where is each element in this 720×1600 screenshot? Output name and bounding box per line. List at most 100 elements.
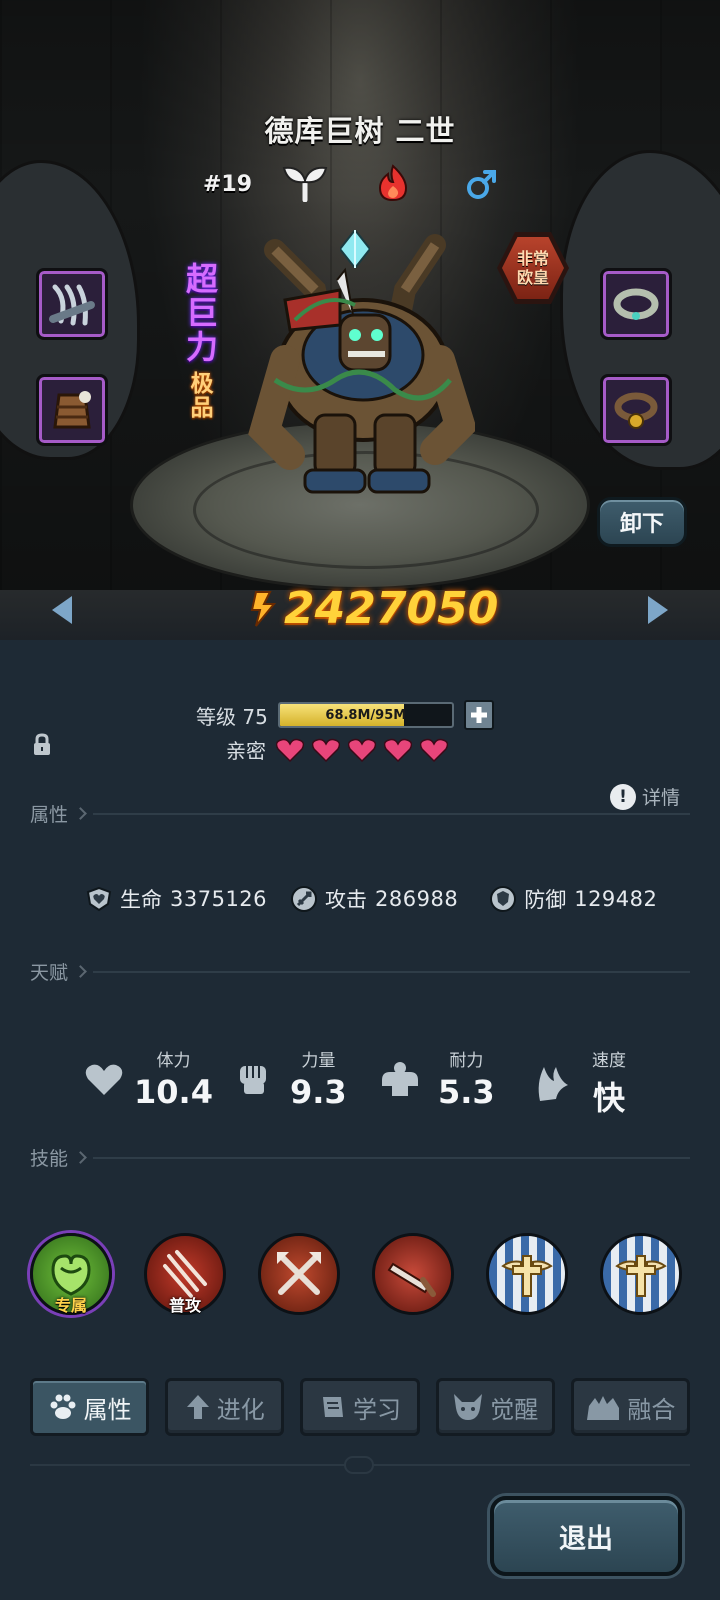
section-divider	[93, 1156, 690, 1159]
talent-speed: 速度 快	[534, 1046, 674, 1119]
talent-stamina-name: 体力	[156, 1051, 191, 1071]
talent-strength: 力量 9.3	[234, 1046, 374, 1111]
talent-strength-value: 9.3	[290, 1073, 347, 1111]
tab-fusion[interactable]: 融合	[570, 1378, 691, 1436]
talent-stamina: 体力 10.4	[84, 1046, 224, 1111]
hero-name: 德库巨树 二世	[264, 114, 456, 148]
skill-3[interactable]	[258, 1233, 340, 1315]
skills-section-header: 技能	[30, 1144, 690, 1171]
skill-6[interactable]	[600, 1233, 682, 1315]
talent-endurance-value: 5.3	[438, 1073, 495, 1111]
section-divider	[93, 812, 690, 815]
chevron-right-icon	[74, 965, 87, 978]
talent-endurance-name: 耐力	[449, 1051, 484, 1071]
lucky-badge-line2: 欧皇	[516, 268, 549, 287]
male-icon	[466, 168, 498, 200]
rarity-tag-quality: 极品	[190, 371, 214, 421]
skill-5[interactable]	[486, 1233, 568, 1315]
section-divider	[93, 970, 690, 973]
heart-icon	[348, 738, 376, 762]
exit-button[interactable]: 退出	[490, 1496, 682, 1576]
unequip-button[interactable]: 卸下	[597, 497, 687, 547]
divider-ornament	[344, 1456, 374, 1474]
paw-icon	[50, 1394, 76, 1419]
skill-basic-attack-tag: 普攻	[168, 1296, 202, 1315]
tab-evolve-label: 进化	[216, 1395, 265, 1424]
detail-button[interactable]: ! 详情	[610, 783, 680, 810]
exp-bar: 68.8M/95M	[277, 702, 454, 728]
talent-speed-name: 速度	[592, 1051, 626, 1071]
fist-icon	[240, 1065, 266, 1094]
claw-icon	[49, 284, 95, 326]
equip-slot-right-2[interactable]	[600, 374, 672, 446]
skill-exclusive[interactable]: 专属	[30, 1233, 112, 1315]
hero-number: #19	[203, 172, 253, 197]
intimacy-row: 亲密	[226, 735, 448, 764]
muscle-icon	[382, 1061, 418, 1096]
talent-endurance: 耐力 5.3	[378, 1046, 518, 1111]
attribute-attack-value: 286988	[375, 887, 459, 911]
skills-section-title: 技能	[30, 1148, 69, 1170]
talent-strength-name: 力量	[301, 1051, 336, 1071]
evolve-arrow-icon	[186, 1395, 209, 1419]
combat-power-value: 2427050	[284, 582, 499, 634]
rarity-tag-strength: 超巨力	[185, 260, 218, 366]
sword-icon	[291, 886, 318, 912]
lucky-badge-line1: 非常	[516, 249, 549, 268]
tab-fusion-label: 融合	[627, 1395, 676, 1424]
sword-skill-icon	[387, 1262, 436, 1297]
heart-icon	[312, 738, 340, 762]
attribute-defense: 防御 129482	[490, 884, 657, 914]
level-up-button[interactable]	[463, 700, 494, 730]
winged-cross-skill-icon	[615, 1255, 667, 1297]
skill-basic-attack[interactable]: 普攻	[144, 1233, 226, 1315]
skill-4[interactable]	[372, 1233, 454, 1315]
fire-icon	[376, 164, 410, 202]
talent-speed-value: 快	[592, 1079, 625, 1117]
talent-section-header: 天赋	[30, 958, 690, 985]
intimacy-hearts	[276, 738, 448, 762]
tab-evolve[interactable]: 进化	[165, 1378, 285, 1436]
skill-exclusive-tag: 专属	[54, 1296, 88, 1315]
tab-attributes-label: 属性	[83, 1395, 132, 1424]
lock-icon[interactable]	[32, 733, 52, 761]
tab-awaken[interactable]: 觉醒	[435, 1378, 555, 1436]
attribute-attack-name: 攻击	[325, 888, 368, 912]
attribute-hp-value: 3375126	[170, 887, 268, 911]
attribute-hp: 生命 3375126	[86, 884, 267, 914]
power-icon	[250, 591, 277, 627]
shield-icon	[490, 886, 517, 912]
chevron-right-icon	[74, 807, 87, 820]
wooden-armor-icon	[53, 391, 91, 429]
exp-text: 68.8M/95M	[325, 707, 407, 723]
attribute-hp-name: 生命	[120, 888, 162, 912]
heart-icon	[85, 1064, 123, 1095]
next-hero-arrow[interactable]	[648, 596, 668, 624]
tab-attributes[interactable]: 属性	[30, 1378, 150, 1436]
plus-icon	[470, 707, 487, 723]
tab-learn-label: 学习	[353, 1395, 401, 1424]
attribute-defense-name: 防御	[524, 888, 567, 912]
winged-cross-skill-icon	[501, 1255, 553, 1297]
wing-icon	[538, 1066, 568, 1101]
detail-label: 详情	[642, 787, 681, 809]
prev-hero-arrow[interactable]	[52, 596, 72, 624]
rarity-badge: 超巨力 极品	[182, 262, 222, 420]
tab-learn[interactable]: 学习	[300, 1378, 420, 1436]
book-icon	[323, 1397, 343, 1417]
equip-slot-left-1[interactable]	[36, 268, 108, 340]
attribute-attack: 攻击 286988	[291, 884, 458, 914]
hero-creature-image[interactable]	[245, 230, 477, 510]
tab-awaken-label: 觉醒	[490, 1395, 539, 1424]
heart-icon	[384, 738, 412, 762]
level-row: 等级 75 68.8M/95M	[196, 700, 494, 730]
combat-power: 2427050	[248, 580, 498, 636]
collar-icon	[613, 288, 659, 320]
info-icon: !	[610, 783, 636, 810]
equip-slot-right-1[interactable]	[600, 268, 672, 340]
attribute-row: 生命 3375126 攻击 286988 防御 129482	[86, 884, 657, 914]
equip-slot-left-2[interactable]	[36, 374, 108, 446]
talent-stamina-value: 10.4	[134, 1073, 213, 1111]
crossed-axes-skill-icon	[277, 1252, 321, 1295]
level-label: 等级 75	[196, 704, 268, 729]
